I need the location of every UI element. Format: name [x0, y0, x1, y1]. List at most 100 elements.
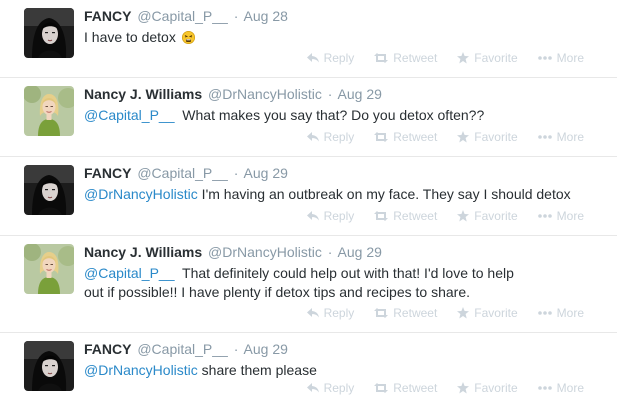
- author-name[interactable]: Nancy J. Williams: [84, 86, 202, 102]
- favorite-label: Favorite: [474, 306, 518, 320]
- more-button[interactable]: More: [538, 381, 584, 395]
- author-handle[interactable]: @Capital_P__: [137, 341, 228, 357]
- star-icon: [457, 131, 469, 143]
- more-icon: [538, 311, 552, 315]
- more-icon: [538, 214, 552, 218]
- reply-label: Reply: [323, 51, 355, 65]
- retweet-label: Retweet: [393, 381, 438, 395]
- retweet-icon: [374, 132, 388, 142]
- avatar-image: [24, 341, 74, 391]
- more-label: More: [556, 381, 584, 395]
- more-button[interactable]: More: [538, 306, 584, 320]
- author-handle[interactable]: @DrNancyHolistic: [208, 244, 322, 260]
- more-button[interactable]: More: [538, 209, 584, 223]
- star-icon: [457, 307, 469, 319]
- favorite-label: Favorite: [474, 381, 518, 395]
- timestamp[interactable]: Aug 28: [244, 8, 288, 24]
- tweet-actions: Reply Retweet Favorite More: [307, 130, 584, 144]
- reply-button[interactable]: Reply: [307, 51, 355, 65]
- tweet-header: FANCY @Capital_P__ · Aug 29: [84, 340, 607, 358]
- author-name[interactable]: FANCY: [84, 8, 131, 24]
- more-button[interactable]: More: [538, 130, 584, 144]
- tweet[interactable]: FANCY @Capital_P__ · Aug 29 @DrNancyHoli…: [0, 157, 617, 236]
- reply-icon: [307, 211, 319, 221]
- more-label: More: [556, 51, 584, 65]
- favorite-button[interactable]: Favorite: [457, 130, 518, 144]
- retweet-label: Retweet: [393, 306, 438, 320]
- favorite-button[interactable]: Favorite: [457, 51, 518, 65]
- reply-icon: [307, 53, 319, 63]
- retweet-icon: [374, 308, 388, 318]
- tweet[interactable]: Nancy J. Williams @DrNancyHolistic · Aug…: [0, 78, 617, 157]
- mention-link[interactable]: @DrNancyHolistic: [84, 362, 198, 378]
- tweet-text: @DrNancyHolistic share them please: [84, 361, 607, 380]
- reply-button[interactable]: Reply: [307, 209, 354, 223]
- tweet-actions: Reply Retweet Favorite More: [307, 51, 584, 65]
- retweet-icon: [374, 53, 388, 63]
- retweet-button[interactable]: Retweet: [374, 209, 437, 223]
- tweet-body: share them please: [197, 362, 317, 378]
- separator: ·: [327, 86, 333, 102]
- reply-button[interactable]: Reply: [307, 130, 355, 144]
- mention-link[interactable]: @Capital_P__: [84, 265, 175, 281]
- avatar-image: [24, 165, 74, 215]
- retweet-button[interactable]: Retweet: [374, 51, 437, 65]
- separator: ·: [327, 244, 333, 260]
- avatar[interactable]: [24, 86, 74, 136]
- retweet-button[interactable]: Retweet: [374, 306, 437, 320]
- retweet-label: Retweet: [393, 130, 438, 144]
- tweet-header: Nancy J. Williams @DrNancyHolistic · Aug…: [84, 243, 537, 261]
- star-icon: [457, 382, 469, 394]
- reply-button[interactable]: Reply: [307, 381, 354, 395]
- reply-label: Reply: [323, 306, 355, 320]
- more-icon: [538, 56, 552, 60]
- favorite-button[interactable]: Favorite: [457, 381, 518, 395]
- mention-link[interactable]: @Capital_P__: [84, 107, 175, 123]
- more-icon: [538, 386, 552, 390]
- tweet-text: @DrNancyHolistic I'm having an outbreak …: [84, 185, 607, 204]
- retweet-button[interactable]: Retweet: [374, 381, 437, 395]
- tweet-text: I have to detox: [84, 28, 607, 47]
- more-label: More: [556, 130, 584, 144]
- timestamp[interactable]: Aug 29: [244, 165, 288, 181]
- separator: ·: [233, 341, 239, 357]
- reply-icon: [307, 132, 319, 142]
- mention-link[interactable]: @DrNancyHolistic: [84, 186, 198, 202]
- avatar[interactable]: [24, 341, 74, 391]
- reply-icon: [307, 383, 319, 393]
- tweet-text: @Capital_P__ That definitely could help …: [84, 264, 537, 302]
- avatar[interactable]: [24, 244, 74, 294]
- author-name[interactable]: FANCY: [84, 165, 131, 181]
- author-handle[interactable]: @Capital_P__: [137, 8, 228, 24]
- favorite-button[interactable]: Favorite: [457, 306, 518, 320]
- retweet-icon: [374, 383, 388, 393]
- tweet-body: I'm having an outbreak on my face. They …: [197, 186, 571, 202]
- author-handle[interactable]: @Capital_P__: [137, 165, 228, 181]
- tweet[interactable]: FANCY @Capital_P__ · Aug 29 @DrNancyHoli…: [0, 333, 617, 402]
- timestamp[interactable]: Aug 29: [338, 244, 382, 260]
- favorite-button[interactable]: Favorite: [457, 209, 518, 223]
- timestamp[interactable]: Aug 29: [244, 341, 288, 357]
- retweet-button[interactable]: Retweet: [374, 130, 437, 144]
- tired-face-emoji-icon: [181, 31, 195, 44]
- more-icon: [538, 135, 552, 139]
- separator: ·: [233, 165, 239, 181]
- avatar[interactable]: [24, 165, 74, 215]
- avatar-image: [24, 244, 74, 294]
- author-name[interactable]: FANCY: [84, 341, 131, 357]
- reply-label: Reply: [323, 130, 355, 144]
- tweet-actions: Reply Retweet Favorite More: [307, 381, 584, 395]
- tweet[interactable]: FANCY @Capital_P__ · Aug 28 I have to de…: [0, 0, 617, 78]
- more-button[interactable]: More: [538, 51, 584, 65]
- author-handle[interactable]: @DrNancyHolistic: [208, 86, 322, 102]
- timestamp[interactable]: Aug 29: [338, 86, 382, 102]
- avatar[interactable]: [24, 8, 74, 58]
- tweet[interactable]: Nancy J. Williams @DrNancyHolistic · Aug…: [0, 236, 617, 333]
- tweet-header: FANCY @Capital_P__ · Aug 28: [84, 7, 607, 25]
- author-name[interactable]: Nancy J. Williams: [84, 244, 202, 260]
- star-icon: [457, 52, 469, 64]
- tweet-header: FANCY @Capital_P__ · Aug 29: [84, 164, 607, 182]
- tweet-text: @Capital_P__ What makes you say that? Do…: [84, 106, 607, 125]
- reply-button[interactable]: Reply: [307, 306, 355, 320]
- tweet-header: Nancy J. Williams @DrNancyHolistic · Aug…: [84, 85, 607, 103]
